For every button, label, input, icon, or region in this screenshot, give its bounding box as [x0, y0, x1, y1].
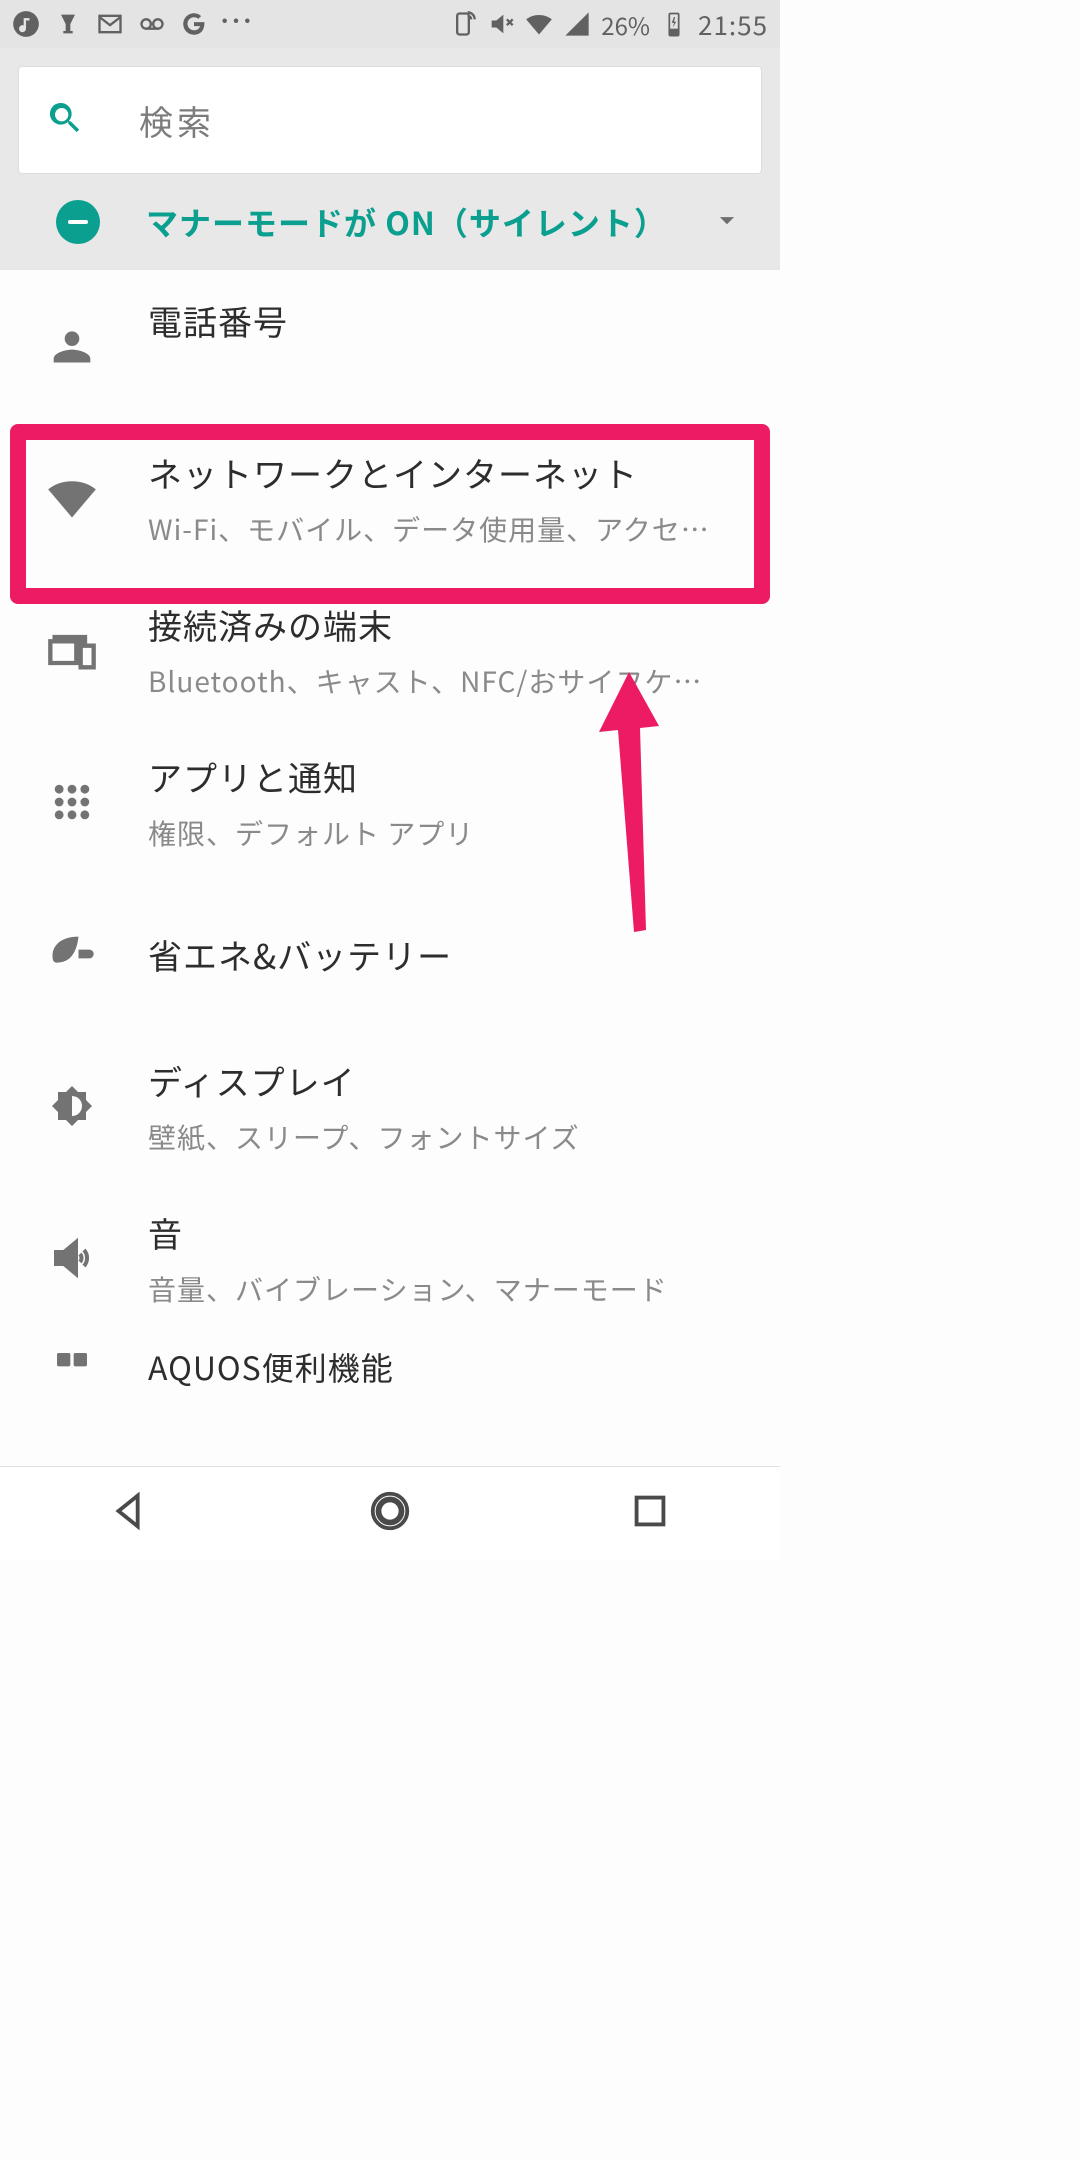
row-subtitle: 音量、バイブレーション、マナーモード: [148, 1269, 758, 1309]
battery-charging-icon: [660, 10, 688, 38]
row-display[interactable]: ディスプレイ 壁紙、スリープ、フォントサイズ: [0, 1030, 780, 1182]
gmail-icon: [96, 10, 124, 38]
nav-back-button[interactable]: [107, 1488, 153, 1539]
brightness-icon: [40, 1074, 104, 1138]
settings-header-area: 検索 マナーモードが ON（サイレント）: [0, 48, 780, 270]
wifi-status-icon: [525, 10, 553, 38]
search-placeholder: 検索: [139, 96, 215, 145]
row-title: 音: [148, 1208, 758, 1257]
settings-list: 電話番号 ネットワークとインターネット Wi-Fi、モバイル、データ使用量、アク…: [0, 270, 780, 1404]
row-title: 電話番号: [148, 296, 758, 345]
row-battery[interactable]: 省エネ&バッテリー: [0, 878, 780, 1030]
google-g-icon: [180, 10, 208, 38]
overflow-dots-icon: [222, 10, 250, 38]
speaker-icon: [40, 1226, 104, 1290]
phone-ring-icon: [449, 10, 477, 38]
wifi-icon: [40, 466, 104, 530]
apps-grid-icon: [40, 770, 104, 834]
aquos-icon: [40, 1344, 104, 1392]
lamp-icon: [54, 10, 82, 38]
row-subtitle: Bluetooth、キャスト、NFC/おサイフケ…: [148, 661, 758, 701]
row-subtitle: [148, 357, 758, 397]
row-sound[interactable]: 音 音量、バイブレーション、マナーモード: [0, 1182, 780, 1334]
nav-recents-button[interactable]: [627, 1488, 673, 1539]
clock: 21:55: [698, 6, 768, 43]
row-network-internet[interactable]: ネットワークとインターネット Wi-Fi、モバイル、データ使用量、アクセ…: [0, 422, 780, 574]
row-subtitle: 権限、デフォルト アプリ: [148, 813, 758, 853]
row-title: AQUOS便利機能: [148, 1344, 758, 1390]
music-note-icon: [12, 10, 40, 38]
search-icon: [45, 98, 85, 143]
status-bar: 26% 21:55: [0, 0, 780, 48]
dnd-banner[interactable]: マナーモードが ON（サイレント）: [18, 174, 762, 270]
mute-icon: [487, 10, 515, 38]
row-title: 接続済みの端末: [148, 600, 758, 649]
row-connected-devices[interactable]: 接続済みの端末 Bluetooth、キャスト、NFC/おサイフケ…: [0, 574, 780, 726]
dnd-banner-text: マナーモードが ON（サイレント）: [146, 199, 710, 245]
dnd-minus-icon: [56, 200, 100, 244]
voicemail-icon: [138, 10, 166, 38]
chevron-down-icon: [710, 203, 744, 242]
leaf-battery-icon: [40, 922, 104, 986]
row-apps-notifications[interactable]: アプリと通知 権限、デフォルト アプリ: [0, 726, 780, 878]
cellular-status-icon: [563, 10, 591, 38]
devices-icon: [40, 618, 104, 682]
row-subtitle: Wi-Fi、モバイル、データ使用量、アクセ…: [148, 509, 758, 549]
row-title: アプリと通知: [148, 752, 758, 801]
row-title: ディスプレイ: [148, 1056, 758, 1105]
row-title: 省エネ&バッテリー: [148, 930, 758, 979]
row-phone-number[interactable]: 電話番号: [0, 270, 780, 422]
row-subtitle: 壁紙、スリープ、フォントサイズ: [148, 1117, 758, 1157]
battery-percent: 26%: [601, 7, 650, 42]
person-icon: [40, 314, 104, 378]
system-nav-bar: [0, 1466, 780, 1560]
nav-home-button[interactable]: [367, 1488, 413, 1539]
settings-search-bar[interactable]: 検索: [18, 66, 762, 174]
row-aquos-features[interactable]: AQUOS便利機能: [0, 1334, 780, 1404]
row-title: ネットワークとインターネット: [148, 448, 758, 497]
